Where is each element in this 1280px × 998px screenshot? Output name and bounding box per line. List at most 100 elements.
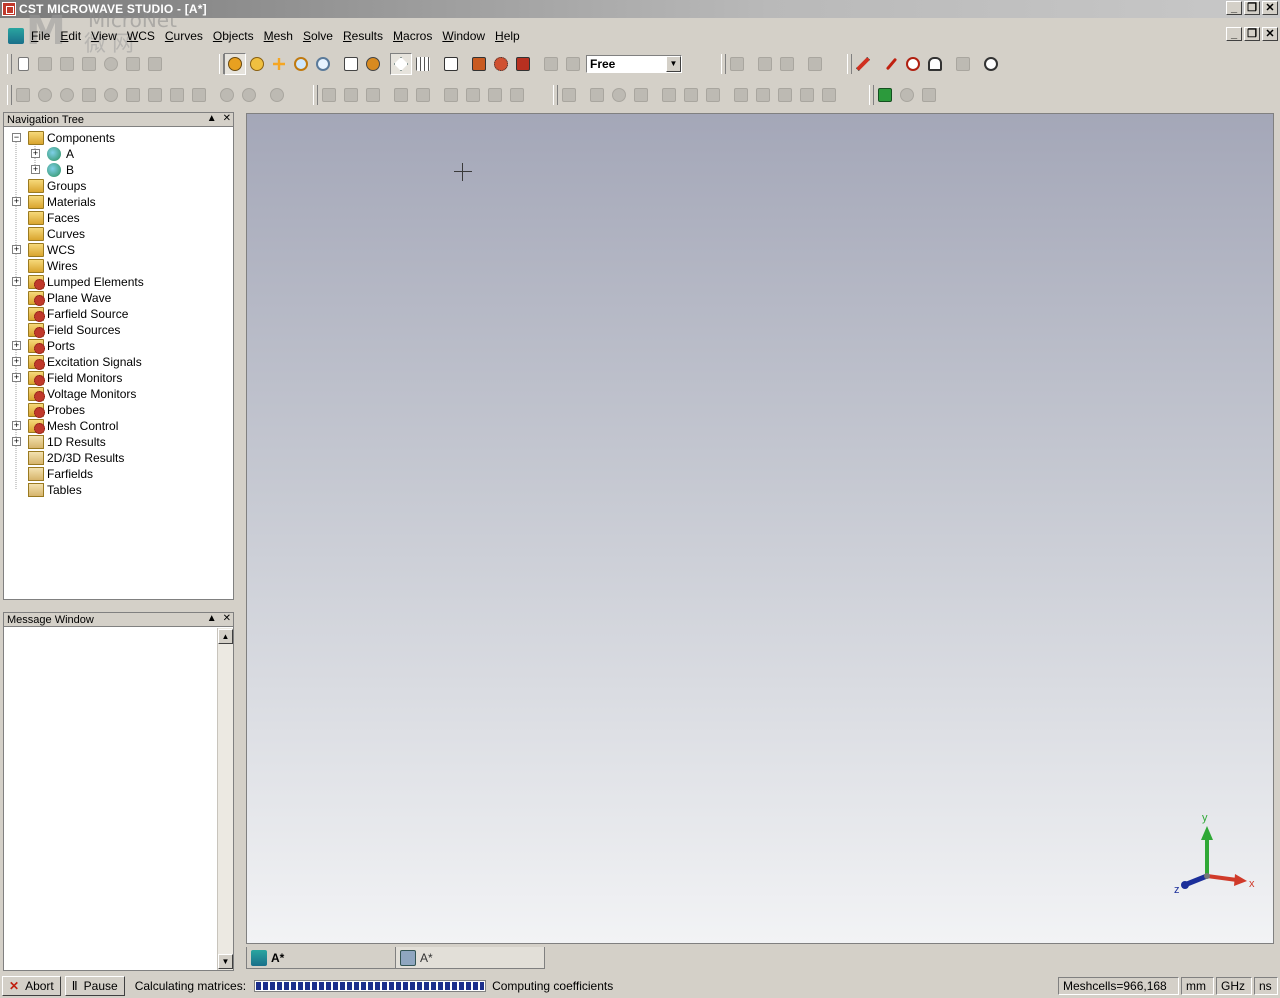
cylinder-shape-icon[interactable]: [56, 84, 78, 106]
picks-clear-icon[interactable]: [852, 53, 874, 75]
local-wcs-icon[interactable]: [390, 84, 412, 106]
wcs-reset-icon[interactable]: [506, 84, 528, 106]
history-icon[interactable]: [100, 53, 122, 75]
sweep-icon[interactable]: [188, 84, 210, 106]
expand-icon[interactable]: +: [12, 373, 21, 382]
message-window-scrollbar[interactable]: ▲ ▼: [217, 628, 233, 970]
3d-viewport[interactable]: y x z: [246, 113, 1274, 944]
tree-item-farfield-source[interactable]: Farfield Source: [4, 306, 233, 322]
menu-mesh[interactable]: Mesh: [259, 29, 298, 43]
background-icon[interactable]: [558, 84, 580, 106]
open-file-icon[interactable]: [34, 53, 56, 75]
field-monitor-h-icon[interactable]: [752, 84, 774, 106]
pick-circle-center-icon[interactable]: [902, 53, 924, 75]
tree-item-2d-3d-results[interactable]: 2D/3D Results: [4, 450, 233, 466]
chevron-down-icon[interactable]: ▼: [666, 56, 681, 72]
discrete-port-icon[interactable]: [680, 84, 702, 106]
boolean-subtract-icon[interactable]: [238, 84, 260, 106]
sphere-shape-icon[interactable]: [34, 84, 56, 106]
waveguide-port-icon[interactable]: [658, 84, 680, 106]
restore-button[interactable]: ❐: [1244, 1, 1260, 15]
wireframe-icon[interactable]: [440, 53, 462, 75]
rotate-view-plane-icon[interactable]: [246, 53, 268, 75]
optimizer-icon[interactable]: [918, 84, 940, 106]
menu-macros[interactable]: Macros: [388, 29, 437, 43]
transform-mirror-icon[interactable]: [362, 84, 384, 106]
tree-item-field-sources[interactable]: Field Sources: [4, 322, 233, 338]
doc-minimize-button[interactable]: _: [1226, 27, 1242, 41]
tree-item-excitation-signals[interactable]: + Excitation Signals: [4, 354, 233, 370]
export-result-icon[interactable]: [804, 53, 826, 75]
update-icon[interactable]: [144, 53, 166, 75]
tree-item-components[interactable]: − Components: [4, 130, 233, 146]
rotate-wcs-icon[interactable]: [462, 84, 484, 106]
field-monitor-farfield-icon[interactable]: [774, 84, 796, 106]
brick-icon[interactable]: [468, 53, 490, 75]
expand-icon[interactable]: +: [12, 437, 21, 446]
tree-item-probes[interactable]: Probes: [4, 402, 233, 418]
expand-icon[interactable]: +: [12, 277, 21, 286]
tree-item-groups[interactable]: Groups: [4, 178, 233, 194]
transform-scale-icon[interactable]: [340, 84, 362, 106]
menu-curves[interactable]: Curves: [160, 29, 208, 43]
transform-translate-icon[interactable]: [318, 84, 340, 106]
expand-icon[interactable]: +: [12, 341, 21, 350]
tab-schematic-view[interactable]: A*: [395, 947, 545, 969]
doc-close-button[interactable]: ✕: [1262, 27, 1278, 41]
tree-item-field-monitors[interactable]: + Field Monitors: [4, 370, 233, 386]
minimize-button[interactable]: _: [1226, 1, 1242, 15]
symmetry-icon[interactable]: [608, 84, 630, 106]
scroll-down-icon[interactable]: ▼: [218, 954, 233, 969]
print-icon[interactable]: [78, 53, 100, 75]
tree-item-mesh-control[interactable]: + Mesh Control: [4, 418, 233, 434]
rotate-shape-icon[interactable]: [144, 84, 166, 106]
doc-restore-button[interactable]: ❐: [1244, 27, 1260, 41]
start-solver-icon[interactable]: [896, 84, 918, 106]
field-monitor-current-icon[interactable]: [818, 84, 840, 106]
abort-button[interactable]: ✕ Abort: [2, 976, 61, 996]
tree-item-wcs[interactable]: + WCS: [4, 242, 233, 258]
field-monitor-power-icon[interactable]: [796, 84, 818, 106]
menu-view[interactable]: View: [86, 29, 122, 43]
move-wcs-icon[interactable]: [440, 84, 462, 106]
field-monitor-e-icon[interactable]: [730, 84, 752, 106]
tree-item-ports[interactable]: + Ports: [4, 338, 233, 354]
panel-close-icon[interactable]: ✕: [223, 613, 231, 624]
tree-item-lumped-elements[interactable]: + Lumped Elements: [4, 274, 233, 290]
tree-item-1d-results[interactable]: +1D Results: [4, 434, 233, 450]
tree-item-farfields[interactable]: Farfields: [4, 466, 233, 482]
edge-icon[interactable]: [512, 53, 534, 75]
close-button[interactable]: ✕: [1262, 1, 1278, 15]
tree-item-curves[interactable]: Curves: [4, 226, 233, 242]
pick-face-icon[interactable]: [924, 53, 946, 75]
panel-close-icon[interactable]: ✕: [223, 113, 231, 124]
menu-help[interactable]: Help: [490, 29, 525, 43]
menu-file[interactable]: File: [26, 29, 55, 43]
menu-solve[interactable]: Solve: [298, 29, 338, 43]
pick-point-icon[interactable]: [390, 53, 412, 75]
loft-icon[interactable]: [166, 84, 188, 106]
result-template-icon[interactable]: [776, 53, 798, 75]
tree-item-wires[interactable]: Wires: [4, 258, 233, 274]
tree-item-materials[interactable]: + Materials: [4, 194, 233, 210]
menu-edit[interactable]: Edit: [55, 29, 86, 43]
tree-item-plane-wave[interactable]: Plane Wave: [4, 290, 233, 306]
pick-edge-icon[interactable]: [880, 53, 902, 75]
panel-collapse-icon[interactable]: ▲: [207, 113, 217, 124]
probe-icon[interactable]: [702, 84, 724, 106]
zoom-icon[interactable]: [290, 53, 312, 75]
frequency-range-icon[interactable]: [630, 84, 652, 106]
view-mode-select[interactable]: Free ▼: [586, 55, 682, 73]
wcs-options-icon[interactable]: [484, 84, 506, 106]
result-compare-icon[interactable]: [754, 53, 776, 75]
tree-item-b[interactable]: + B: [4, 162, 233, 178]
tree-item-a[interactable]: + A: [4, 146, 233, 162]
expand-icon[interactable]: +: [12, 197, 21, 206]
zoom-window-icon[interactable]: [312, 53, 334, 75]
collapse-icon[interactable]: −: [12, 133, 21, 142]
brick-shape-icon[interactable]: [12, 84, 34, 106]
menu-window[interactable]: Window: [437, 29, 490, 43]
boolean-add-icon[interactable]: [216, 84, 238, 106]
parameter-icon[interactable]: [122, 53, 144, 75]
panel-collapse-icon[interactable]: ▲: [207, 613, 217, 624]
